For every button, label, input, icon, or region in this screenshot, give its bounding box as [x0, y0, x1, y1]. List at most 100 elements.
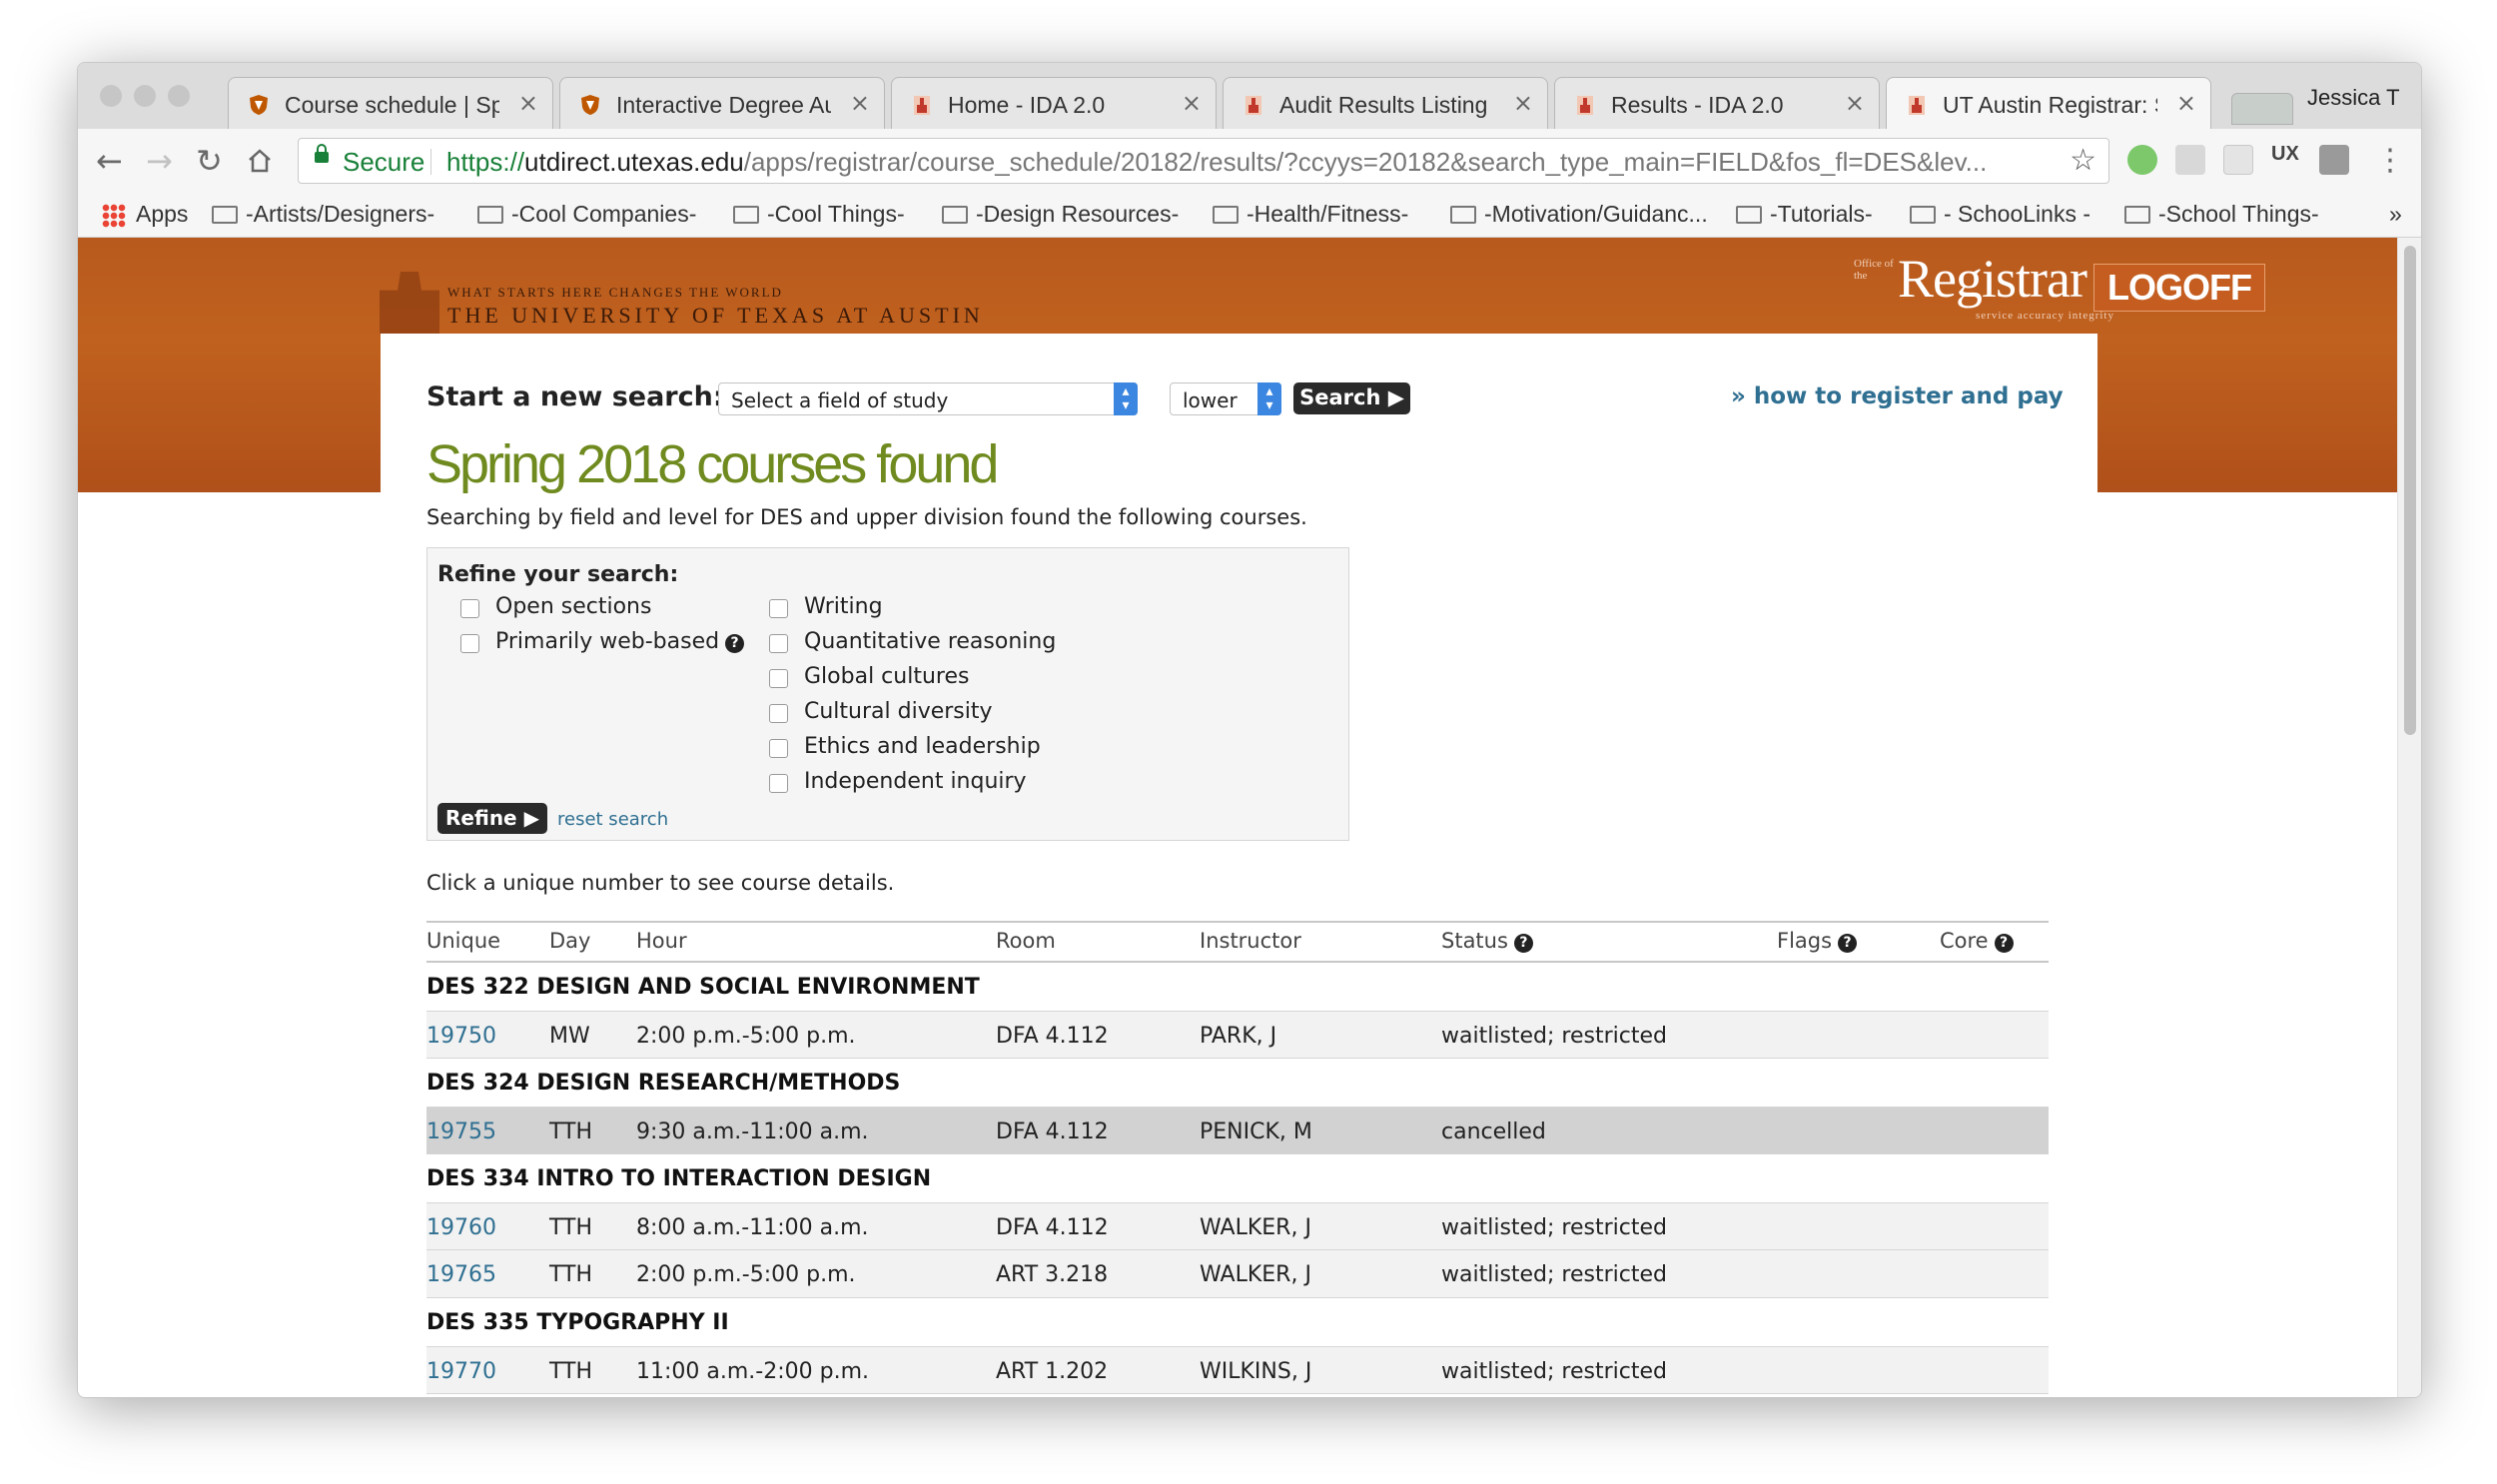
home-icon[interactable]	[246, 147, 274, 175]
ethics-label[interactable]: Ethics and leadership	[804, 734, 1041, 759]
bookmark-folder[interactable]: -Artists/Designers-	[212, 201, 434, 228]
address-bar[interactable]: Secure https://utdirect.utexas.edu/apps/…	[298, 138, 2109, 184]
global-cultures-checkbox[interactable]	[769, 669, 788, 688]
page-scrollbar[interactable]	[2397, 238, 2421, 1397]
help-icon[interactable]: ?	[725, 634, 745, 653]
course-table: Unique Day Hour Room Instructor Status? …	[426, 921, 2049, 1394]
search-button[interactable]: Search ▶	[1293, 382, 1410, 414]
extension-r-icon[interactable]	[2175, 145, 2205, 175]
tab-title: Course schedule | Spr	[285, 92, 499, 118]
quantitative-checkbox[interactable]	[769, 634, 788, 653]
bookmark-folder[interactable]: -Health/Fitness-	[1213, 201, 1408, 228]
help-icon[interactable]: ?	[1513, 934, 1533, 953]
web-based-checkbox[interactable]	[460, 634, 479, 653]
profile-name[interactable]: Jessica T	[2307, 85, 2400, 111]
bookmark-folder[interactable]: -School Things-	[2124, 201, 2319, 228]
minimize-window-button[interactable]	[134, 85, 156, 107]
new-tab-button[interactable]	[2231, 93, 2293, 125]
help-icon[interactable]: ?	[1994, 934, 2014, 953]
new-search-label: Start a new search:	[426, 381, 724, 412]
column-instructor: Instructor	[1200, 929, 1301, 953]
close-icon[interactable]: ×	[1513, 89, 1533, 117]
tower-icon	[1577, 96, 1593, 115]
bookmark-folder[interactable]: -Cool Things-	[733, 201, 905, 228]
level-select[interactable]: lower ▴ ▾	[1170, 382, 1281, 415]
close-icon[interactable]: ×	[2176, 89, 2196, 117]
column-room: Room	[996, 929, 1056, 953]
web-based-label[interactable]: Primarily web-based?	[495, 629, 745, 654]
apps-grid-icon[interactable]	[102, 204, 126, 228]
bookmark-folder[interactable]: -Tutorials-	[1736, 201, 1873, 228]
forward-arrow-icon[interactable]: →	[146, 145, 173, 177]
cultural-diversity-label[interactable]: Cultural diversity	[804, 699, 993, 724]
registrar-logo[interactable]: Registrar	[1898, 248, 2087, 310]
tab-audit-results[interactable]: Audit Results Listing - ×	[1223, 77, 1548, 129]
independent-inquiry-label[interactable]: Independent inquiry	[804, 769, 1027, 794]
ethics-checkbox[interactable]	[769, 739, 788, 758]
writing-checkbox[interactable]	[769, 599, 788, 618]
column-day: Day	[549, 929, 591, 953]
browser-window: Course schedule | Spr × Interactive Degr…	[77, 62, 2422, 1398]
unique-number-link[interactable]: 19760	[426, 1215, 496, 1240]
scrollbar-thumb[interactable]	[2404, 246, 2416, 735]
tab-ida-results[interactable]: Results - IDA 2.0 ×	[1554, 77, 1880, 129]
url-text[interactable]: https://utdirect.utexas.edu/apps/registr…	[446, 147, 2055, 178]
field-of-study-select[interactable]: Select a field of study ▴ ▾	[718, 382, 1138, 415]
close-icon[interactable]: ×	[1182, 89, 1202, 117]
open-sections-checkbox[interactable]	[460, 599, 479, 618]
bookmark-folder[interactable]: -Design Resources-	[942, 201, 1179, 228]
tab-ida-home[interactable]: Home - IDA 2.0 ×	[891, 77, 1217, 129]
column-core: Core?	[1940, 929, 2014, 953]
tab-registrar[interactable]: UT Austin Registrar: S ×	[1886, 77, 2211, 130]
bookmark-star-icon[interactable]: ☆	[2070, 143, 2096, 178]
table-row: 19755 TTH 9:30 a.m.-11:00 a.m. DFA 4.112…	[426, 1107, 2049, 1154]
bookmark-folder[interactable]: -Motivation/Guidanc...	[1450, 201, 1708, 228]
cultural-diversity-checkbox[interactable]	[769, 704, 788, 723]
tab-title: Interactive Degree Au	[616, 92, 831, 118]
help-icon[interactable]: ?	[1838, 934, 1858, 953]
cell-instructor: WALKER, J	[1200, 1262, 1311, 1287]
refine-button[interactable]: Refine ▶	[437, 803, 547, 834]
folder-icon	[1736, 206, 1762, 224]
course-title: DES 324 DESIGN RESEARCH/METHODS	[426, 1071, 901, 1096]
unique-number-link[interactable]: 19750	[426, 1024, 496, 1049]
logoff-button[interactable]: LOGOFF	[2093, 264, 2265, 312]
close-window-button[interactable]	[100, 85, 122, 107]
close-icon[interactable]: ×	[518, 89, 538, 117]
bookmarks-overflow[interactable]: »	[2389, 201, 2402, 228]
extension-grid-icon[interactable]	[2223, 145, 2253, 175]
tab-course-schedule[interactable]: Course schedule | Spr ×	[228, 77, 553, 129]
cell-room: ART 3.218	[996, 1262, 1109, 1287]
back-arrow-icon[interactable]: ←	[96, 145, 123, 177]
bookmark-folder[interactable]: -Cool Companies-	[477, 201, 696, 228]
writing-label[interactable]: Writing	[804, 594, 883, 619]
bookmark-folder[interactable]: - SchooLinks -	[1910, 201, 2090, 228]
refine-title: Refine your search:	[437, 562, 679, 587]
cell-room: DFA 4.112	[996, 1215, 1109, 1240]
tab-title: Audit Results Listing -	[1279, 92, 1494, 118]
close-icon[interactable]: ×	[1845, 89, 1865, 117]
close-icon[interactable]: ×	[850, 89, 870, 117]
independent-inquiry-checkbox[interactable]	[769, 774, 788, 793]
unique-number-link[interactable]: 19755	[426, 1119, 496, 1144]
bookmark-apps[interactable]: Apps	[136, 201, 188, 228]
zoom-window-button[interactable]	[168, 85, 190, 107]
unique-number-link[interactable]: 19765	[426, 1262, 496, 1287]
extension-green-icon[interactable]	[2127, 145, 2157, 175]
tab-title: UT Austin Registrar: S	[1943, 92, 2157, 118]
global-cultures-label[interactable]: Global cultures	[804, 664, 969, 689]
select-arrows-icon: ▴ ▾	[1114, 382, 1138, 415]
open-sections-label[interactable]: Open sections	[495, 594, 651, 619]
menu-icon[interactable]: ⋮	[2375, 145, 2405, 177]
ut-name[interactable]: The University of Texas at Austin	[447, 303, 984, 329]
reset-search-link[interactable]: reset search	[557, 809, 668, 830]
extension-ux-icon[interactable]: UX	[2271, 143, 2301, 173]
how-to-register-link[interactable]: » how to register and pay	[1731, 383, 2064, 409]
extension-square-icon[interactable]	[2319, 145, 2349, 175]
quantitative-label[interactable]: Quantitative reasoning	[804, 629, 1056, 654]
field-select-value: Select a field of study	[731, 388, 949, 412]
reload-icon[interactable]: ↻	[196, 145, 223, 177]
tab-degree-audit[interactable]: Interactive Degree Au ×	[559, 77, 885, 129]
course-title: DES 322 DESIGN AND SOCIAL ENVIRONMENT	[426, 975, 980, 1000]
unique-number-link[interactable]: 19770	[426, 1359, 496, 1384]
